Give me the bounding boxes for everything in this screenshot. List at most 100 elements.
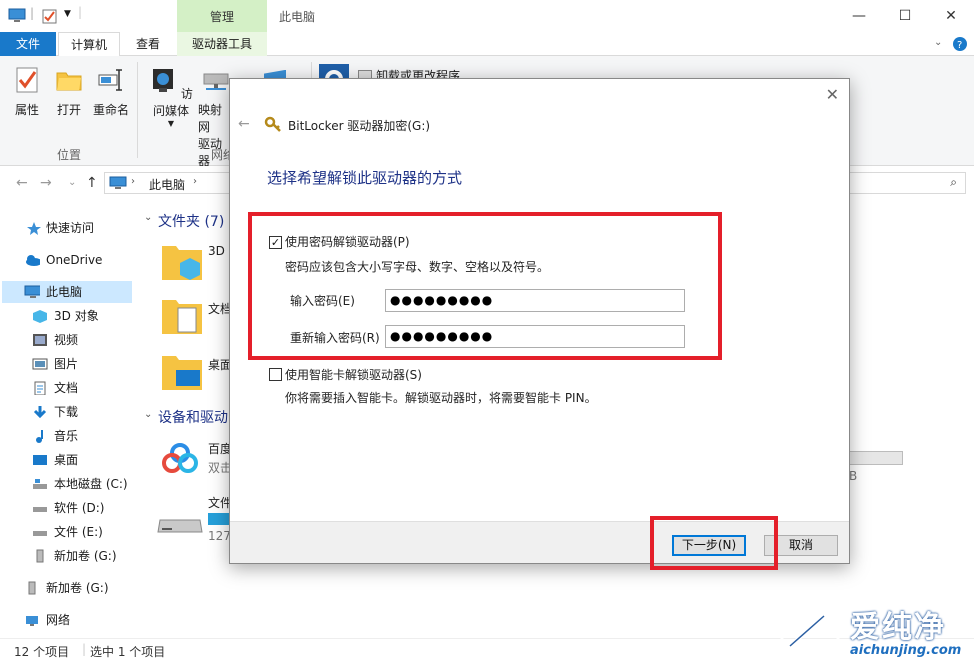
next-button[interactable]: 下一步(N) [672,535,746,556]
baidu-netdisk-icon[interactable] [156,435,204,483]
desktop-icon [33,455,47,465]
tab-view[interactable]: 查看 [124,32,172,56]
folder-open-icon [56,72,82,91]
breadcrumb-chevron-icon[interactable]: › [131,176,135,187]
sidebar-item-documents[interactable]: 文档 [0,377,134,399]
sidebar-item-drive-d[interactable]: 软件 (D:) [0,497,134,519]
sidebar-item-music[interactable]: 音乐 [0,425,134,447]
star-icon [27,222,41,235]
sidebar-item-label: 图片 [54,357,79,371]
back-icon[interactable]: ← [16,175,28,191]
drive-icon[interactable] [156,510,204,538]
separator: | [82,642,87,656]
breadcrumb-chevron-icon[interactable]: › [193,176,197,187]
sidebar-item-network[interactable]: 网络 [0,609,134,631]
maximize-button[interactable]: ☐ [882,0,928,32]
title-bar: | ▼ | 管理 此电脑 — ☐ ✕ [0,0,974,32]
drive-usage-bar [849,451,903,465]
rename-icon [98,69,122,91]
password-unlock-label[interactable]: 使用密码解锁驱动器(P) [285,233,410,250]
properties-quick-icon[interactable] [42,8,58,24]
watermark-url: aichunjing.com [850,643,962,658]
enter-password-label: 输入密码(E) [290,294,355,308]
recent-dropdown-icon[interactable]: ⌄ [68,177,76,188]
smartcard-unlock-checkbox[interactable] [269,368,282,381]
drive-size-text: B [849,469,858,483]
media-icon [153,69,174,92]
sidebar-item-desktop[interactable]: 桌面 [0,449,134,471]
enter-password-field[interactable]: ●●●●●●●●● [385,289,685,312]
sidebar-item-quick-access[interactable]: 快速访问 [0,217,134,239]
sidebar-item-removable-g[interactable]: 新加卷 (G:) [0,577,134,599]
reenter-password-field[interactable]: ●●●●●●●●● [385,325,685,348]
collapse-chevron-icon[interactable]: ⌄ [144,212,152,223]
dialog-back-button[interactable]: ← [238,116,250,132]
open-button[interactable]: 打开 [54,66,84,118]
rename-button[interactable]: 重命名 [92,66,130,118]
sidebar-item-drive-e[interactable]: 文件 (E:) [0,521,134,543]
usb-drive-icon [36,549,44,563]
bitlocker-dialog: ✕ ← BitLocker 驱动器加密(G:) 选择希望解锁此驱动器的方式 ✓ … [229,78,850,564]
sidebar-item-label: 文件 (E:) [54,525,103,539]
search-input[interactable]: ⌕ [848,172,966,194]
item-count: 12 个项目 [14,645,70,659]
sidebar-item-pictures[interactable]: 图片 [0,353,134,375]
video-icon [33,334,47,346]
tab-computer[interactable]: 计算机 [58,32,120,57]
breadcrumb-path[interactable]: 此电脑 [149,176,185,193]
document-icon [34,381,46,395]
password-hint: 密码应该包含大小写字母、数字、空格以及符号。 [285,260,550,274]
watermark-name: 爱纯净 [850,610,946,645]
sidebar-item-drive-g[interactable]: 新加卷 (G:) [0,545,134,567]
help-icon[interactable]: ? [952,36,968,52]
svg-text:?: ? [957,40,962,51]
up-icon[interactable]: ↑ [86,175,98,191]
system-drive-icon [33,479,47,489]
sidebar-item-downloads[interactable]: 下载 [0,401,134,423]
dropdown-arrow-icon: ▼ [167,119,175,128]
folder-documents-icon[interactable] [160,294,204,336]
folders-section-header[interactable]: 文件夹 (7) [158,211,224,231]
properties-label: 属性 [14,103,39,117]
sidebar-item-onedrive[interactable]: OneDrive [0,249,134,271]
devices-section-header[interactable]: 设备和驱动 [158,407,228,427]
sidebar-item-label: 视频 [54,333,79,347]
access-media-button[interactable]: 访问媒体 ▼ [144,66,198,128]
folder-desktop-icon[interactable] [160,350,204,392]
password-unlock-checkbox[interactable]: ✓ [269,236,282,249]
sidebar-item-label: OneDrive [46,253,103,267]
sidebar-item-this-pc[interactable]: 此电脑 [2,281,132,303]
bitlocker-key-icon [264,116,281,132]
quick-access-dropdown-icon[interactable]: ▼ [64,9,71,19]
sidebar-item-label: 新加卷 (G:) [54,549,117,563]
group-label-location: 位置 [57,148,82,162]
minimize-button[interactable]: — [836,0,882,32]
cancel-button[interactable]: 取消 [764,535,838,556]
sidebar-item-videos[interactable]: 视频 [0,329,134,351]
dialog-close-button[interactable]: ✕ [826,85,839,104]
music-note-icon [36,430,43,443]
separator: | [78,5,83,19]
smartcard-unlock-label[interactable]: 使用智能卡解锁驱动器(S) [285,366,422,383]
folder-3d-icon[interactable] [160,240,204,282]
cube-icon [33,310,47,323]
device-subtext: 127 [208,529,231,543]
dialog-heading: 选择希望解锁此驱动器的方式 [267,169,463,187]
collapse-chevron-icon[interactable]: ⌄ [144,409,152,420]
chevron-down-icon[interactable]: ⌄ [934,37,942,48]
sidebar-item-label: 文档 [54,381,79,395]
usb-drive-icon [28,581,36,595]
cloud-icon [26,255,40,266]
rename-label: 重命名 [92,103,129,117]
sidebar-item-drive-c[interactable]: 本地磁盘 (C:) [0,473,134,495]
sidebar-item-3d-objects[interactable]: 3D 对象 [0,305,134,327]
close-button[interactable]: ✕ [928,0,974,32]
group-separator [137,62,138,158]
download-arrow-icon [33,406,47,419]
properties-button[interactable]: 属性 [12,66,42,118]
search-icon: ⌕ [950,175,957,189]
forward-icon[interactable]: → [40,175,52,191]
tab-file[interactable]: 文件 [0,32,56,56]
dialog-footer: 下一步(N) 取消 [230,521,849,563]
tab-drive-tools[interactable]: 驱动器工具 [177,32,267,56]
